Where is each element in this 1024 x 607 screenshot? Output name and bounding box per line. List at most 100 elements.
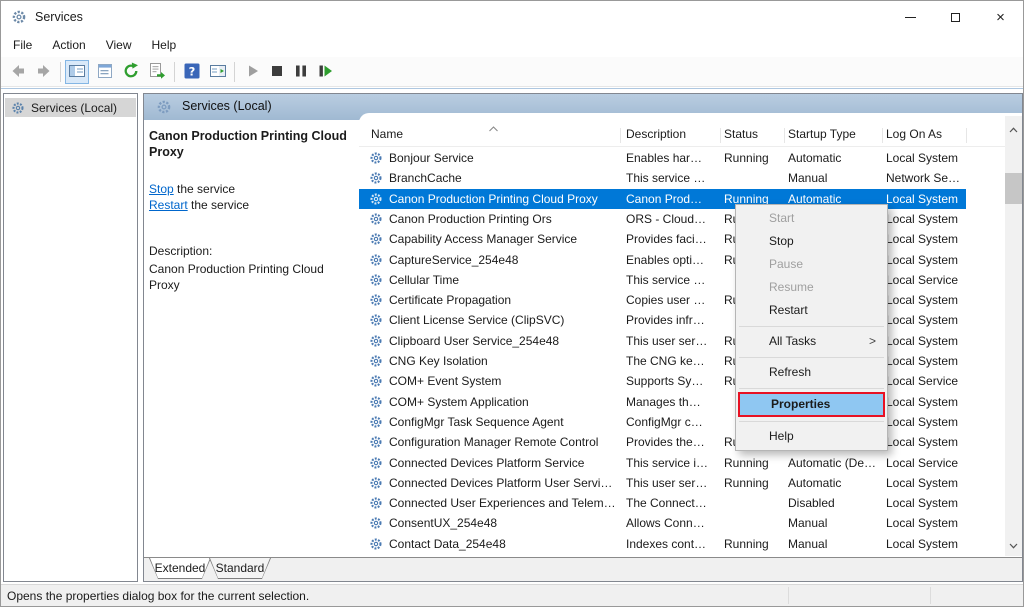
submenu-arrow-icon: > bbox=[869, 330, 876, 353]
column-divider[interactable] bbox=[966, 128, 967, 143]
service-gear-icon bbox=[369, 334, 383, 348]
service-logon-cell: Local System bbox=[886, 290, 966, 310]
tree-item-services-local[interactable]: Services (Local) bbox=[5, 98, 136, 117]
column-divider[interactable] bbox=[784, 128, 785, 143]
start-service-button[interactable] bbox=[241, 60, 265, 84]
tab-standard[interactable]: Standard bbox=[209, 558, 271, 579]
title-bar: Services × bbox=[1, 1, 1023, 33]
column-header-name[interactable]: Name bbox=[371, 127, 403, 141]
service-logon-cell: Local System bbox=[886, 392, 966, 412]
context-menu-help[interactable]: Help bbox=[736, 425, 887, 448]
service-description-cell: Provides the… bbox=[626, 432, 718, 452]
minimize-button[interactable] bbox=[888, 1, 933, 33]
service-logon-cell: Local System bbox=[886, 493, 966, 513]
context-menu-properties[interactable]: Properties bbox=[738, 392, 885, 417]
menu-help[interactable]: Help bbox=[142, 34, 187, 56]
service-status-cell: Running bbox=[724, 453, 782, 473]
export-list-button[interactable] bbox=[145, 60, 169, 84]
service-status-cell: Running bbox=[724, 473, 782, 493]
service-description-cell: This service … bbox=[626, 168, 718, 188]
column-header-description[interactable]: Description bbox=[626, 127, 686, 141]
service-startup-cell: Automatic bbox=[788, 148, 882, 168]
service-logon-cell: Local System bbox=[886, 229, 966, 249]
services-icon bbox=[11, 101, 25, 115]
column-header-log-on-as[interactable]: Log On As bbox=[886, 127, 942, 141]
service-name-cell: Connected User Experiences and Telem… bbox=[389, 493, 622, 513]
service-description-cell: This service … bbox=[626, 270, 718, 290]
service-gear-icon bbox=[369, 496, 383, 510]
service-description-cell: ORS - Cloud… bbox=[626, 209, 718, 229]
service-name-cell: Contact Data_254e48 bbox=[389, 534, 622, 554]
tab-extended[interactable]: Extended bbox=[149, 558, 211, 579]
restart-service-link[interactable]: Restart bbox=[149, 198, 188, 212]
service-row[interactable]: Connected Devices Platform ServiceThis s… bbox=[359, 453, 966, 473]
service-row[interactable]: Connected User Experiences and Telem…The… bbox=[359, 493, 966, 513]
column-divider[interactable] bbox=[720, 128, 721, 143]
context-menu-restart[interactable]: Restart bbox=[736, 299, 887, 322]
menu-file[interactable]: File bbox=[3, 34, 42, 56]
restart-service-button[interactable] bbox=[313, 60, 337, 84]
service-startup-cell: Manual bbox=[788, 168, 882, 188]
show-console-tree-button[interactable] bbox=[65, 60, 89, 84]
service-logon-cell: Local System bbox=[886, 351, 966, 371]
minimize-icon bbox=[905, 17, 916, 18]
column-divider[interactable] bbox=[620, 128, 621, 143]
menu-action[interactable]: Action bbox=[42, 34, 95, 56]
service-row[interactable]: BranchCacheThis service …ManualNetwork S… bbox=[359, 168, 966, 188]
service-gear-icon bbox=[369, 354, 383, 368]
back-icon bbox=[8, 61, 28, 84]
service-row[interactable]: ConsentUX_254e48Allows Conn…ManualLocal … bbox=[359, 513, 966, 533]
service-name-cell: COM+ Event System bbox=[389, 371, 622, 391]
vertical-scrollbar[interactable] bbox=[1005, 116, 1022, 556]
column-header-startup-type[interactable]: Startup Type bbox=[788, 127, 856, 141]
service-gear-icon bbox=[369, 151, 383, 165]
scrollbar-thumb[interactable] bbox=[1005, 173, 1022, 204]
maximize-icon bbox=[951, 13, 960, 22]
description-text: Canon Production Printing Cloud Proxy bbox=[149, 261, 349, 293]
service-logon-cell: Local System bbox=[886, 534, 966, 554]
context-menu-all-tasks[interactable]: All Tasks> bbox=[736, 330, 887, 353]
help-button[interactable]: ? bbox=[180, 60, 204, 84]
properties-button[interactable] bbox=[93, 60, 117, 84]
forward-button[interactable] bbox=[32, 60, 56, 84]
service-row[interactable]: Bonjour ServiceEnables har…RunningAutoma… bbox=[359, 148, 966, 168]
status-bar-separator bbox=[930, 587, 931, 604]
service-row[interactable]: Contact Data_254e48Indexes cont…RunningM… bbox=[359, 534, 966, 554]
service-gear-icon bbox=[369, 415, 383, 429]
context-menu-stop[interactable]: Stop bbox=[736, 230, 887, 253]
list-header: Name Description Status Startup Type Log On … bbox=[359, 119, 1005, 147]
menu-bar: FileActionViewHelp bbox=[1, 33, 1023, 57]
context-menu-resume: Resume bbox=[736, 276, 887, 299]
help-icon: ? bbox=[182, 61, 202, 84]
view-tabs: ExtendedStandard bbox=[144, 557, 1022, 581]
close-button[interactable]: × bbox=[978, 1, 1023, 33]
stop-service-button[interactable] bbox=[265, 60, 289, 84]
service-logon-cell: Local System bbox=[886, 412, 966, 432]
column-divider[interactable] bbox=[882, 128, 883, 143]
stop-service-link[interactable]: Stop bbox=[149, 182, 174, 196]
refresh-button[interactable] bbox=[119, 60, 143, 84]
service-status-cell bbox=[724, 168, 782, 188]
column-header-status[interactable]: Status bbox=[724, 127, 758, 141]
service-logon-cell: Local Service bbox=[886, 270, 966, 290]
pause-service-button[interactable] bbox=[289, 60, 313, 84]
service-name-cell: Configuration Manager Remote Control bbox=[389, 432, 622, 452]
status-text: Opens the properties dialog box for the … bbox=[7, 589, 309, 603]
refresh-icon bbox=[121, 61, 141, 84]
show-action-pane-button[interactable] bbox=[206, 60, 230, 84]
service-gear-icon bbox=[369, 537, 383, 551]
context-menu-refresh[interactable]: Refresh bbox=[736, 361, 887, 384]
maximize-button[interactable] bbox=[933, 1, 978, 33]
tab-label: Standard bbox=[210, 558, 270, 578]
svg-text:?: ? bbox=[189, 64, 196, 78]
services-app-icon bbox=[11, 9, 27, 25]
service-gear-icon bbox=[369, 516, 383, 530]
service-name-cell: Bonjour Service bbox=[389, 148, 622, 168]
scroll-up-icon[interactable] bbox=[1005, 122, 1022, 138]
back-button[interactable] bbox=[6, 60, 30, 84]
service-row[interactable]: Connected Devices Platform User Servi…Th… bbox=[359, 473, 966, 493]
service-gear-icon bbox=[369, 313, 383, 327]
scroll-down-icon[interactable] bbox=[1005, 538, 1022, 554]
toolbar: ? bbox=[1, 57, 1023, 87]
menu-view[interactable]: View bbox=[96, 34, 142, 56]
